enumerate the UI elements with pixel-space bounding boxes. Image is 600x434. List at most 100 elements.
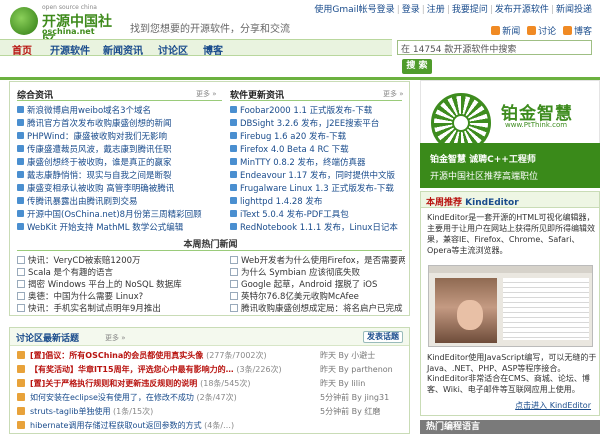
recommendation-link[interactable]: 点击进入 KindEditor: [515, 400, 591, 411]
login-link[interactable]: 登录: [402, 5, 420, 15]
topic-icon: [17, 379, 25, 387]
forum-row[interactable]: struts-taglib单独使用 (1条/15次) 5分钟前 By 红磨: [10, 405, 409, 419]
hot-news-title: 快讯：VeryCD被索赔1200万: [28, 256, 141, 266]
news-item[interactable]: PHPWind：康盛被收购对我们无影响: [17, 130, 222, 142]
forum-row[interactable]: [置]倡议：所有OSChina的会员都使用真实头像 (277条/7002次) 昨天…: [10, 349, 409, 363]
news-item-title: 康盛创想终于被收购，谁是真正的赢家: [27, 158, 172, 168]
news-item-title: lighttpd 1.4.28 发布: [240, 197, 323, 207]
news-item-title: 传康盛遭裁员风波，戴志康到腾讯任职: [27, 145, 172, 155]
topic-counts: (277条/7002次): [206, 351, 267, 360]
site-slogan: 找到您想要的开源软件，分享和交流: [130, 24, 290, 35]
hot-news-title: 为什么 Symbian 应该彻底失败: [241, 268, 360, 278]
search-button[interactable]: 搜 索: [402, 59, 432, 74]
recommendation-name[interactable]: KindEditor: [465, 198, 519, 208]
news-item[interactable]: iText 5.0.4 发布-PDF工具包: [230, 208, 402, 220]
news-item[interactable]: 腾讯官方首次发布收购康盛创想的新闻: [17, 117, 222, 129]
news-item-title: Foobar2000 1.1 正式版发布-下载: [240, 106, 373, 116]
search-input[interactable]: 在 14754 款开源软件中搜索: [397, 40, 592, 55]
topic-title-text: 【有奖活动】华章IT15周年，评选您心中最有影响力的…: [30, 365, 234, 374]
software-news-more-link[interactable]: 更多 »: [383, 89, 404, 99]
gmail-login-link[interactable]: 使用Gmail帐号登录: [314, 5, 394, 15]
ask-question-link[interactable]: 我要提问: [452, 5, 488, 15]
tab-blog[interactable]: 博客: [203, 42, 223, 57]
news-bullet-icon: [230, 197, 237, 204]
topic-author: 昨天 By lilin: [320, 379, 366, 388]
tab-forum[interactable]: 讨论区: [158, 42, 188, 57]
hot-news-item[interactable]: Scala 是个有趣的语言: [17, 266, 222, 278]
news-item[interactable]: WebKit 开始支持 MathML 数学公式编辑: [17, 221, 222, 233]
forum-rss-link[interactable]: 讨论: [538, 27, 556, 37]
news-item[interactable]: lighttpd 1.4.28 发布: [230, 195, 402, 207]
news-item[interactable]: Firebug 1.6 a20 发布-下载: [230, 130, 402, 142]
rss-icon: [527, 26, 537, 35]
news-item[interactable]: 开源中国(OsChina.net)8月份第三周精彩回顾: [17, 208, 222, 220]
hot-news-item[interactable]: 奥德：中国为什么需要 Linux?: [17, 290, 222, 302]
hot-news-item[interactable]: 揭密 Windows 平台上的 NoSQL 数据库: [17, 278, 222, 290]
forum-topic-title: 【有奖活动】华章IT15周年，评选您心中最有影响力的… (3条/226次): [30, 364, 282, 375]
news-rss-link[interactable]: 新闻: [502, 27, 520, 37]
topic-title-text: [置]关于严格执行规则和对更新违反规则的说明: [30, 379, 198, 388]
hot-news-item[interactable]: 英特尔76.8亿美元收购McAfee: [230, 290, 405, 302]
news-panel: 综合资讯 更多 » 软件更新资讯 更多 » 新浪微博启用weibo域名3个域名腾…: [9, 81, 410, 316]
logo-tagline: open source china: [42, 4, 97, 11]
hot-news-item[interactable]: 快讯：手机实名制试点明年9月推出: [17, 302, 222, 314]
news-icon: [17, 292, 25, 300]
forum-row[interactable]: [置]关于严格执行规则和对更新违反规则的说明 (18条/545次) 昨天 By l…: [10, 377, 409, 391]
news-item[interactable]: Frugalware Linux 1.3 正式版发布-下载: [230, 182, 402, 194]
recommendation-description: KindEditor使用JavaScript编写，可以无缝的于Java、.NET…: [427, 353, 597, 394]
publish-software-link[interactable]: 发布开源软件: [495, 5, 549, 15]
news-item-title: 开源中国(OsChina.net)8月份第三周精彩回顾: [27, 210, 202, 220]
news-bullet-icon: [17, 119, 24, 126]
job-banner[interactable]: 铂金智慧 诚聘C++工程师 开源中国社区推荐高端职位: [420, 143, 600, 188]
post-topic-button[interactable]: 发表话题: [363, 331, 403, 343]
news-item[interactable]: 新浪微博启用weibo域名3个域名: [17, 104, 222, 116]
hot-news-item[interactable]: 腾讯收购康盛创想成定局：将名启户已完成: [230, 302, 405, 314]
hot-news-title: Web开发者为什么使用Firefox，是否需要两个浏览器: [241, 256, 405, 266]
forum-row[interactable]: hibernate调用存储过程获取out返回参数的方式 (4条/…): [10, 419, 409, 433]
site-logo[interactable]: open source china 开源中国社区 oschina.net: [6, 4, 124, 50]
news-item-title: RedNotebook 1.1.1 发布，Linux日记本: [240, 223, 398, 233]
forum-topic-title: hibernate调用存储过程获取out返回参数的方式 (4条/…): [30, 420, 234, 431]
news-item[interactable]: 传康盛遭裁员风波，戴志康到腾讯任职: [17, 143, 222, 155]
news-item[interactable]: Firefox 4.0 Beta 4 RC 下载: [230, 143, 402, 155]
register-link[interactable]: 注册: [427, 5, 445, 15]
kindeditor-screenshot[interactable]: [428, 265, 593, 347]
news-item[interactable]: 戴志康静悄悄：现实与自我之间是断裂: [17, 169, 222, 181]
news-item[interactable]: DBSight 3.2.6 发布，J2EE搜索平台: [230, 117, 402, 129]
news-bullet-icon: [230, 184, 237, 191]
topic-title-text: 如何安装在eclipse没有使用了，在修改不成功: [30, 393, 194, 402]
blog-rss-link[interactable]: 博客: [574, 27, 592, 37]
news-item[interactable]: MinTTY 0.8.2 发布，终端仿真器: [230, 156, 402, 168]
news-item[interactable]: 康盛变相承认被收购 高管李明确被腾讯: [17, 182, 222, 194]
hot-news-item[interactable]: 为什么 Symbian 应该彻底失败: [230, 266, 405, 278]
forum-panel: 讨论区最新话题 更多 » 发表话题 [置]倡议：所有OSChina的会员都使用真…: [9, 327, 410, 434]
general-news-more-link[interactable]: 更多 »: [196, 89, 217, 99]
news-item[interactable]: Endeavour 1.17 发布，同时提供中文版: [230, 169, 402, 181]
hot-news-title: 腾讯收购康盛创想成定局：将名启户已完成: [241, 304, 403, 314]
news-bullet-icon: [17, 106, 24, 113]
forum-more-link[interactable]: 更多 »: [105, 333, 126, 343]
news-bullet-icon: [230, 210, 237, 217]
recommendation-header: 本周推荐 KindEditor: [421, 192, 599, 208]
forum-row[interactable]: 如何安装在eclipse没有使用了，在修改不成功 (2条/47次) 5分钟前 By…: [10, 391, 409, 405]
hot-languages-tab[interactable]: 热门编程语言: [420, 420, 600, 434]
news-item-title: Firebug 1.6 a20 发布-下载: [240, 132, 347, 142]
news-item[interactable]: 传腾讯暴露出由腾讯刷到交易: [17, 195, 222, 207]
submit-news-link[interactable]: 新闻投递: [556, 5, 592, 15]
tab-news[interactable]: 新闻资讯: [103, 42, 143, 57]
forum-topic-title: [置]倡议：所有OSChina的会员都使用真实头像 (277条/7002次): [30, 350, 267, 361]
news-bullet-icon: [17, 171, 24, 178]
hot-news-title: 本周热门新闻: [183, 240, 238, 250]
hot-news-item[interactable]: 快讯：VeryCD被索赔1200万: [17, 254, 222, 266]
news-item[interactable]: 康盛创想终于被收购，谁是真正的赢家: [17, 156, 222, 168]
topic-counts: (4条/…): [204, 421, 235, 430]
forum-row[interactable]: 【有奖活动】华章IT15周年，评选您心中最有影响力的… (3条/226次) 昨天 …: [10, 363, 409, 377]
news-item[interactable]: Foobar2000 1.1 正式版发布-下载: [230, 104, 402, 116]
tab-home[interactable]: 首页: [12, 42, 32, 57]
tab-software[interactable]: 开源软件: [50, 42, 90, 57]
hot-news-item[interactable]: Web开发者为什么使用Firefox，是否需要两个浏览器: [230, 254, 405, 266]
news-item[interactable]: RedNotebook 1.1.1 发布，Linux日记本: [230, 221, 402, 233]
hot-news-item[interactable]: Google 起草，Android 摆脱了 iOS: [230, 278, 405, 290]
job-banner-subtitle: 开源中国社区推荐高端职位: [430, 172, 539, 182]
news-bullet-icon: [230, 119, 237, 126]
